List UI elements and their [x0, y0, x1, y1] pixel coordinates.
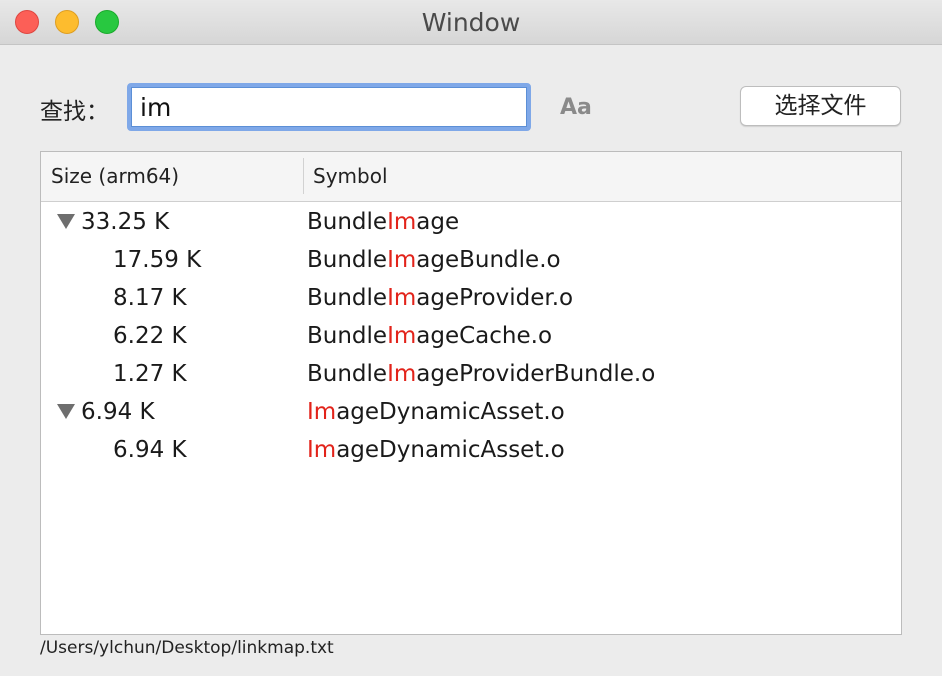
- column-header-size[interactable]: Size (arm64): [51, 164, 179, 188]
- symbol-cell: ImageDynamicAsset.o: [307, 437, 565, 463]
- symbol-text: ageProvider.o: [416, 285, 574, 311]
- column-divider[interactable]: [303, 158, 304, 194]
- table-header: Size (arm64) Symbol: [41, 152, 901, 202]
- table-row[interactable]: 6.22 K BundleImageCache.o: [41, 318, 901, 356]
- file-path-label: /Users/ylchun/Desktop/linkmap.txt: [40, 638, 334, 658]
- case-sensitive-toggle[interactable]: Aa: [560, 95, 592, 120]
- size-cell: 1.27 K: [113, 361, 187, 387]
- symbol-cell: BundleImageProvider.o: [307, 285, 573, 311]
- title-bar[interactable]: Window: [0, 0, 942, 45]
- symbol-text: ageDynamicAsset.o: [336, 437, 565, 463]
- symbol-table[interactable]: Size (arm64) Symbol 33.25 K BundleImage 17…: [40, 151, 902, 635]
- symbol-cell: BundleImageProviderBundle.o: [307, 361, 655, 387]
- search-match-highlight: Im: [387, 247, 417, 273]
- symbol-text: Bundle: [307, 285, 388, 311]
- size-cell: 6.94 K: [113, 437, 187, 463]
- symbol-text: Bundle: [307, 209, 388, 235]
- main-window: Window 查找： Aa 选择文件 Size (arm64) Symbol 3…: [0, 0, 942, 676]
- symbol-text: age: [416, 209, 460, 235]
- symbol-text: Bundle: [307, 323, 388, 349]
- choose-file-button[interactable]: 选择文件: [740, 86, 901, 126]
- search-match-highlight: Im: [387, 209, 417, 235]
- table-row[interactable]: 6.94 K ImageDynamicAsset.o: [41, 394, 901, 432]
- symbol-text: ageBundle.o: [416, 247, 561, 273]
- table-row[interactable]: 1.27 K BundleImageProviderBundle.o: [41, 356, 901, 394]
- search-match-highlight: Im: [387, 323, 417, 349]
- search-match-highlight: Im: [387, 285, 417, 311]
- search-label: 查找：: [40, 99, 109, 125]
- size-cell: 6.94 K: [81, 399, 155, 425]
- size-cell: 8.17 K: [113, 285, 187, 311]
- disclosure-triangle-icon[interactable]: [57, 214, 75, 229]
- symbol-text: Bundle: [307, 247, 388, 273]
- symbol-text: ageDynamicAsset.o: [336, 399, 565, 425]
- table-row[interactable]: 6.94 K ImageDynamicAsset.o: [41, 432, 901, 470]
- search-match-highlight: Im: [307, 399, 337, 425]
- search-input[interactable]: [127, 83, 531, 131]
- size-cell: 6.22 K: [113, 323, 187, 349]
- table-row[interactable]: 8.17 K BundleImageProvider.o: [41, 280, 901, 318]
- symbol-text: Bundle: [307, 361, 388, 387]
- disclosure-triangle-icon[interactable]: [57, 404, 75, 419]
- search-match-highlight: Im: [387, 361, 417, 387]
- search-match-highlight: Im: [307, 437, 337, 463]
- table-row[interactable]: 17.59 K BundleImageBundle.o: [41, 242, 901, 280]
- symbol-text: ageProviderBundle.o: [416, 361, 656, 387]
- size-cell: 33.25 K: [81, 209, 170, 235]
- window-title: Window: [421, 8, 521, 37]
- symbol-cell: ImageDynamicAsset.o: [307, 399, 565, 425]
- symbol-cell: BundleImage: [307, 209, 459, 235]
- size-cell: 17.59 K: [113, 247, 202, 273]
- symbol-cell: BundleImageCache.o: [307, 323, 552, 349]
- table-row[interactable]: 33.25 K BundleImage: [41, 204, 901, 242]
- symbol-text: ageCache.o: [416, 323, 553, 349]
- column-header-symbol[interactable]: Symbol: [313, 164, 388, 188]
- symbol-cell: BundleImageBundle.o: [307, 247, 561, 273]
